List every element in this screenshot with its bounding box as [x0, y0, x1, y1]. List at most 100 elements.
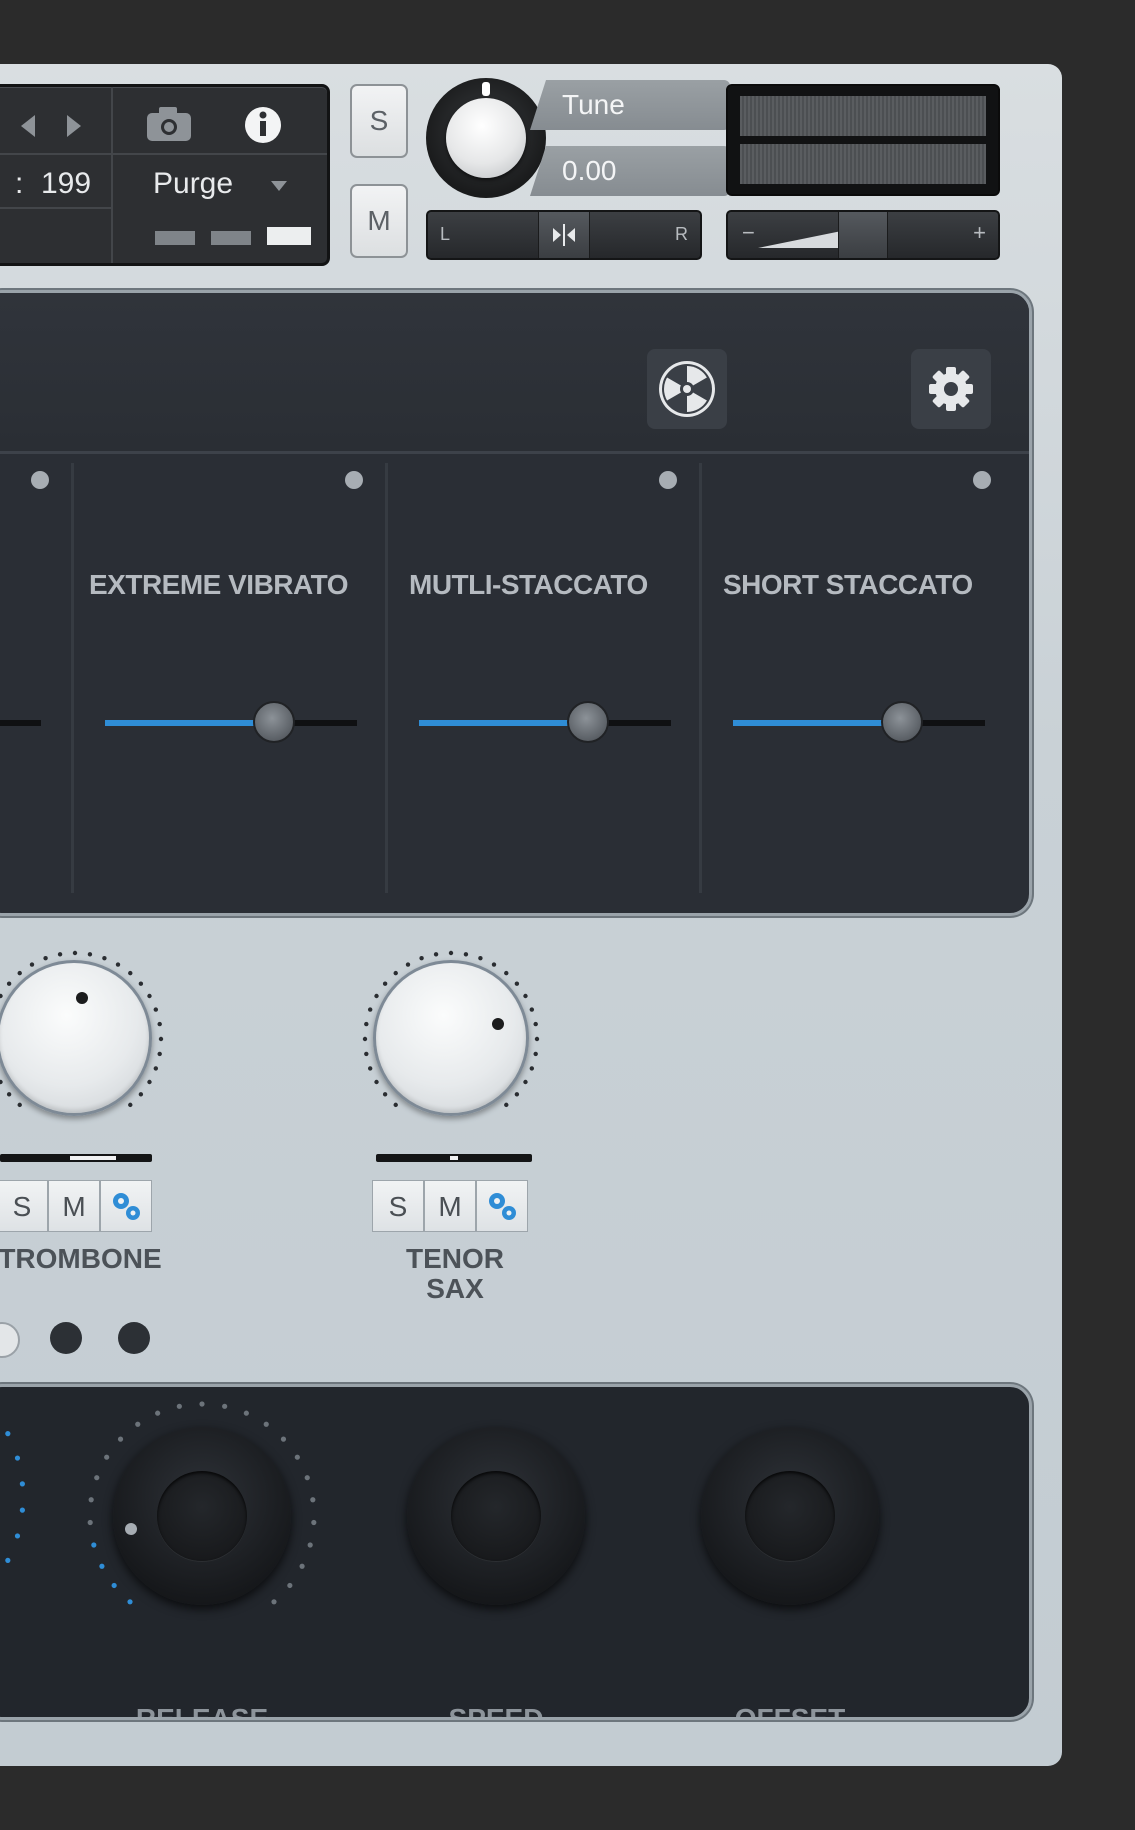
- scale-tick: [478, 955, 483, 961]
- pan-slider[interactable]: L R: [426, 210, 702, 260]
- offset-knob[interactable]: [701, 1427, 879, 1605]
- instrument-plate: : 199 Purge S M Tune 0.00 L R − + EXTREM…: [0, 64, 1062, 1766]
- mute-button[interactable]: M: [350, 184, 408, 258]
- speed-label: SPEED: [448, 1703, 544, 1720]
- articulation-indicator-dot[interactable]: [973, 471, 991, 489]
- scale-tick: [138, 981, 144, 986]
- volume-minus-label: −: [742, 220, 755, 245]
- purge-indicator-3: [267, 227, 311, 245]
- scale-tick: [91, 1542, 97, 1548]
- trombone-volume-knob[interactable]: [0, 960, 152, 1116]
- scale-tick: [147, 993, 152, 999]
- scale-tick: [514, 1092, 520, 1097]
- articulation-slider-thumb[interactable]: [567, 701, 609, 743]
- articulation-indicator-dot[interactable]: [345, 471, 363, 489]
- scale-tick: [115, 962, 121, 967]
- page-dot[interactable]: [118, 1322, 150, 1354]
- info-icon[interactable]: [243, 105, 283, 145]
- articulation-slider-fill: [419, 720, 585, 726]
- camera-icon[interactable]: [143, 103, 195, 143]
- tenor-sax-label-line1: TENOR: [406, 1243, 504, 1274]
- release-knob[interactable]: [113, 1427, 291, 1605]
- trombone-pan-mark: [70, 1156, 116, 1160]
- prev-next-arrows: [21, 115, 81, 137]
- scale-tick: [310, 1497, 316, 1503]
- scale-tick: [135, 1421, 141, 1427]
- radiation-button[interactable]: [647, 349, 727, 429]
- scale-tick: [176, 1403, 182, 1409]
- articulation-label: EXTREME VIBRATO: [89, 569, 349, 600]
- volume-slider[interactable]: − +: [726, 210, 1000, 260]
- tenor-sax-pan-mark: [450, 1156, 458, 1160]
- scale-tick: [147, 1079, 152, 1085]
- articulation-slider-fill: [105, 720, 271, 726]
- scale-tick: [294, 1454, 300, 1460]
- pan-handle[interactable]: [538, 212, 590, 258]
- scale-tick: [263, 1421, 269, 1427]
- solo-button[interactable]: S: [350, 84, 408, 158]
- trombone-mute-button[interactable]: M: [48, 1180, 100, 1232]
- articulation-slider-fill: [733, 720, 899, 726]
- trombone-solo-button[interactable]: S: [0, 1180, 48, 1232]
- volume-handle[interactable]: [838, 212, 888, 258]
- page-dot-active[interactable]: [0, 1322, 20, 1358]
- articulation-slider-thumb[interactable]: [881, 701, 923, 743]
- scale-tick: [367, 1007, 373, 1012]
- scale-tick: [104, 1454, 110, 1460]
- tune-label: Tune: [530, 80, 730, 130]
- trombone-knob-indicator: [76, 992, 88, 1004]
- tune-knob[interactable]: [446, 98, 526, 178]
- tenor-sax-solo-button[interactable]: S: [372, 1180, 424, 1232]
- scale-tick: [128, 970, 133, 976]
- radiation-icon: [659, 361, 715, 417]
- articulation-label: MUTLI-STACCATO: [409, 569, 648, 600]
- scale-tick: [157, 1021, 162, 1027]
- articulation-slider-thumb[interactable]: [253, 701, 295, 743]
- articulation-separator: [385, 463, 388, 893]
- scale-tick: [529, 1007, 535, 1012]
- articulation-slider-track[interactable]: [0, 720, 41, 726]
- purge-indicator-1: [155, 231, 195, 245]
- scale-tick: [17, 970, 22, 976]
- scale-tick: [307, 1542, 313, 1548]
- scale-tick: [367, 1066, 373, 1071]
- scale-tick: [72, 950, 78, 956]
- page-dot[interactable]: [50, 1322, 82, 1354]
- speed-knob[interactable]: [407, 1427, 585, 1605]
- scale-tick: [155, 1410, 161, 1416]
- scale-tick: [5, 1557, 11, 1563]
- scale-tick: [157, 1051, 162, 1057]
- instrument-status-box: : 199 Purge: [0, 84, 330, 266]
- tenor-sax-volume-knob[interactable]: [373, 960, 529, 1116]
- envelope-panel: RELEASE SPEED OFFSET: [0, 1384, 1032, 1720]
- articulation-separator: [699, 463, 702, 893]
- scale-tick: [19, 1481, 25, 1487]
- scale-tick: [117, 1436, 124, 1442]
- pan-right-label: R: [675, 224, 688, 244]
- articulation-indicator-dot[interactable]: [659, 471, 677, 489]
- attack-knob-scale: [5, 1431, 25, 1563]
- trombone-link-button[interactable]: [100, 1180, 152, 1232]
- tenor-sax-sm-buttons: S M: [372, 1180, 528, 1232]
- scale-tick: [99, 1563, 105, 1569]
- scale-tick: [138, 1092, 144, 1097]
- tenor-sax-label: TENOR SAX: [380, 1244, 530, 1304]
- scale-tick: [5, 1431, 11, 1437]
- scale-tick: [0, 1079, 3, 1085]
- articulation-panel: EXTREME VIBRATO MUTLI-STACCATO SHORT STA…: [0, 290, 1032, 916]
- articulation-indicator-dot[interactable]: [31, 471, 49, 489]
- tenor-sax-mute-button[interactable]: M: [424, 1180, 476, 1232]
- scale-tick: [222, 1403, 228, 1409]
- scale-tick: [393, 1102, 398, 1108]
- tenor-sax-link-button[interactable]: [476, 1180, 528, 1232]
- scale-tick: [128, 1102, 133, 1108]
- settings-button[interactable]: [911, 349, 991, 429]
- purge-menu[interactable]: Purge: [153, 167, 233, 201]
- scale-tick: [102, 955, 107, 961]
- scale-tick: [534, 1036, 540, 1042]
- meter-right-channel: [740, 144, 986, 184]
- scale-tick: [504, 1102, 509, 1108]
- purge-dropdown-icon[interactable]: [269, 179, 289, 193]
- scale-tick: [382, 1092, 388, 1097]
- tune-value[interactable]: 0.00: [530, 146, 730, 196]
